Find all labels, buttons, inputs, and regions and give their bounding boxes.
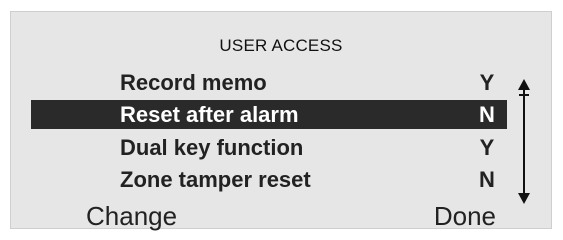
menu-item-label: Zone tamper reset	[120, 167, 311, 192]
menu-item-value: Y	[479, 70, 495, 95]
scroll-up-down-arrow-icon	[518, 79, 530, 204]
menu-item-record-memo[interactable]: Record memo Y	[31, 68, 507, 97]
menu-item-reset-after-alarm[interactable]: Reset after alarm N	[31, 100, 507, 129]
done-softkey[interactable]: Done	[434, 202, 496, 230]
menu-item-value: N	[479, 102, 495, 127]
change-softkey[interactable]: Change	[86, 202, 177, 230]
menu-item-dual-key-function[interactable]: Dual key function Y	[31, 133, 507, 162]
lcd-screen: USER ACCESS Record memo Y Reset after al…	[10, 11, 552, 230]
menu-item-zone-tamper-reset[interactable]: Zone tamper reset N	[31, 165, 507, 194]
menu-item-label: Dual key function	[120, 135, 304, 160]
menu-item-label: Record memo	[120, 70, 267, 95]
menu-title: USER ACCESS	[219, 36, 343, 55]
menu-item-value: N	[479, 167, 495, 192]
menu-item-label: Reset after alarm	[120, 102, 299, 127]
menu-item-value: Y	[479, 135, 495, 160]
